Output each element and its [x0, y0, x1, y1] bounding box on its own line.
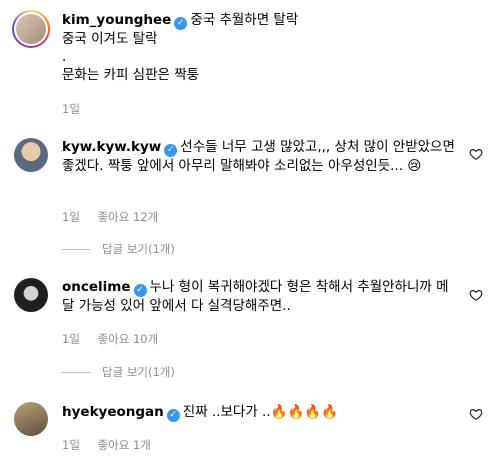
heart-outline-icon[interactable]	[469, 147, 483, 161]
timestamp[interactable]: 1일	[62, 102, 80, 116]
username[interactable]: oncelime	[62, 279, 131, 295]
like-count[interactable]: 좋아요 10개	[98, 332, 159, 346]
verified-check-icon: ✓	[166, 409, 180, 422]
comment-text: 진짜 ..보다가 ..🔥🔥🔥🔥	[182, 404, 338, 420]
comment-body: kyw.kyw.kyw ✓ 선수들 너무 고생 많았고,,, 상처 많이 안받았으면…	[62, 138, 459, 175]
like-count[interactable]: 좋아요 12개	[98, 210, 159, 224]
username[interactable]: kyw.kyw.kyw	[62, 139, 161, 155]
divider	[62, 371, 90, 373]
avatar	[16, 14, 46, 44]
comment-text-line: 문화는 카피 심판은 짝퉁	[62, 67, 200, 83]
view-replies[interactable]: 답글 보기(1개)	[62, 364, 175, 380]
avatar[interactable]	[14, 402, 48, 436]
timestamp[interactable]: 1일	[62, 210, 80, 224]
comment-meta: 1일 좋아요 1개	[62, 437, 165, 453]
avatar[interactable]	[14, 138, 48, 172]
comment-text-line: 중국 이겨도 탈락	[62, 31, 158, 47]
like-count[interactable]: 좋아요 1개	[98, 438, 151, 452]
divider	[62, 248, 90, 250]
verified-check-icon: ✓	[164, 144, 178, 157]
timestamp[interactable]: 1일	[62, 332, 80, 346]
view-replies-label[interactable]: 답글 보기(1개)	[102, 241, 175, 257]
comment-body: kim_younghee ✓ 중국 추월하면 탈락 중국 이겨도 탈락 . 문화는 …	[62, 11, 459, 84]
timestamp[interactable]: 1일	[62, 438, 80, 452]
comment-text-line: .	[62, 49, 67, 65]
username[interactable]: kim_younghee	[62, 12, 171, 28]
username[interactable]: hyekyeongan	[62, 404, 164, 420]
verified-check-icon: ✓	[133, 284, 147, 297]
comment-body: oncelime ✓ 누나 형이 복귀해야겠다 형은 착해서 추월안하니까 메달 가…	[62, 278, 459, 315]
avatar[interactable]	[14, 278, 48, 312]
comment-body: hyekyeongan ✓ 진짜 ..보다가 ..🔥🔥🔥🔥	[62, 403, 459, 422]
view-replies-label[interactable]: 답글 보기(1개)	[102, 364, 175, 380]
heart-outline-icon[interactable]	[469, 407, 483, 421]
verified-check-icon: ✓	[174, 17, 188, 30]
comment-meta: 1일	[62, 101, 94, 117]
comment-text-line: 중국 추월하면 탈락	[190, 12, 299, 28]
avatar-story-ring[interactable]	[12, 10, 50, 48]
comment-meta: 1일 좋아요 12개	[62, 209, 172, 225]
heart-outline-icon[interactable]	[469, 288, 483, 302]
comment-meta: 1일 좋아요 10개	[62, 331, 172, 347]
view-replies[interactable]: 답글 보기(1개)	[62, 241, 175, 257]
